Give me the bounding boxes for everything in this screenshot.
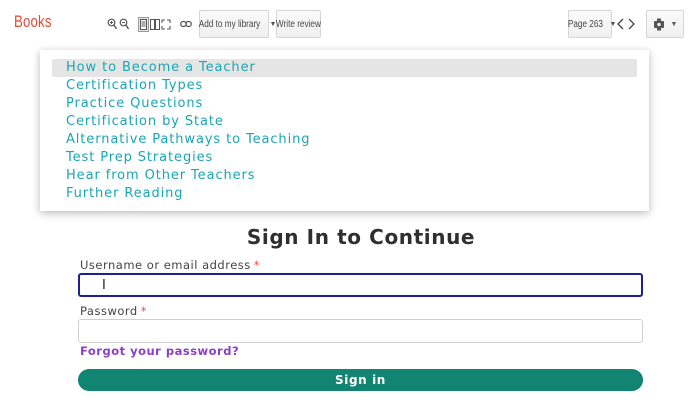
password-field[interactable] <box>78 319 643 343</box>
required-marker: * <box>253 258 260 272</box>
password-label-text: Password <box>80 304 138 318</box>
toc-item-alternative-pathways[interactable]: Alternative Pathways to Teaching <box>66 131 310 149</box>
add-to-library-button[interactable]: Add to my library ▼ <box>198 10 276 38</box>
username-label-text: Username or email address <box>80 258 251 272</box>
zoom-out-icon[interactable] <box>119 18 129 30</box>
chevron-down-icon: ▼ <box>670 20 678 28</box>
password-label: Password * <box>80 304 147 318</box>
link-icon <box>179 20 192 28</box>
gear-icon <box>653 18 665 31</box>
page-select[interactable]: Page 263 ▼ <box>567 10 616 38</box>
previous-page-icon[interactable] <box>617 18 624 30</box>
toc-item-test-prep-strategies[interactable]: Test Prep Strategies <box>66 149 213 167</box>
sign-in-button[interactable]: Sign in <box>78 369 643 391</box>
single-page-icon[interactable] <box>138 16 149 32</box>
toc-item-practice-questions[interactable]: Practice Questions <box>66 95 203 113</box>
table-of-contents-dropdown: How to Become a Teacher Certification Ty… <box>40 50 649 211</box>
toc-item-hear-from-other-teachers[interactable]: Hear from Other Teachers <box>66 167 255 185</box>
page-nav <box>614 10 638 38</box>
toc-item-certification-types[interactable]: Certification Types <box>66 77 203 95</box>
toc-item-further-reading[interactable]: Further Reading <box>66 185 183 203</box>
settings-button[interactable]: ▼ <box>646 10 684 38</box>
next-page-icon[interactable] <box>628 18 635 30</box>
toc-item-certification-by-state[interactable]: Certification by State <box>66 113 224 131</box>
zoom-buttons <box>106 10 130 38</box>
write-review-button[interactable]: Write review <box>276 10 321 38</box>
username-label: Username or email address * <box>80 258 260 272</box>
add-to-library-label: Add to my library <box>198 18 260 30</box>
username-field[interactable] <box>78 273 643 297</box>
books-logo[interactable]: Books <box>14 12 52 32</box>
toc-item-how-to-become-a-teacher[interactable]: How to Become a Teacher <box>52 59 637 77</box>
page-label: Page 263 <box>567 18 603 30</box>
toolbar: Books Add to my library ▼ Write review P… <box>0 0 700 48</box>
required-marker: * <box>140 304 147 318</box>
link-button[interactable] <box>178 10 193 38</box>
write-review-label: Write review <box>276 18 321 30</box>
page-title: Sign In to Continue <box>246 225 476 249</box>
fullscreen-icon[interactable] <box>161 18 171 30</box>
zoom-in-icon[interactable] <box>107 18 117 30</box>
forgot-password-link[interactable]: Forgot your password? <box>80 344 239 358</box>
two-page-icon[interactable] <box>150 18 160 30</box>
view-mode-buttons <box>137 10 172 38</box>
